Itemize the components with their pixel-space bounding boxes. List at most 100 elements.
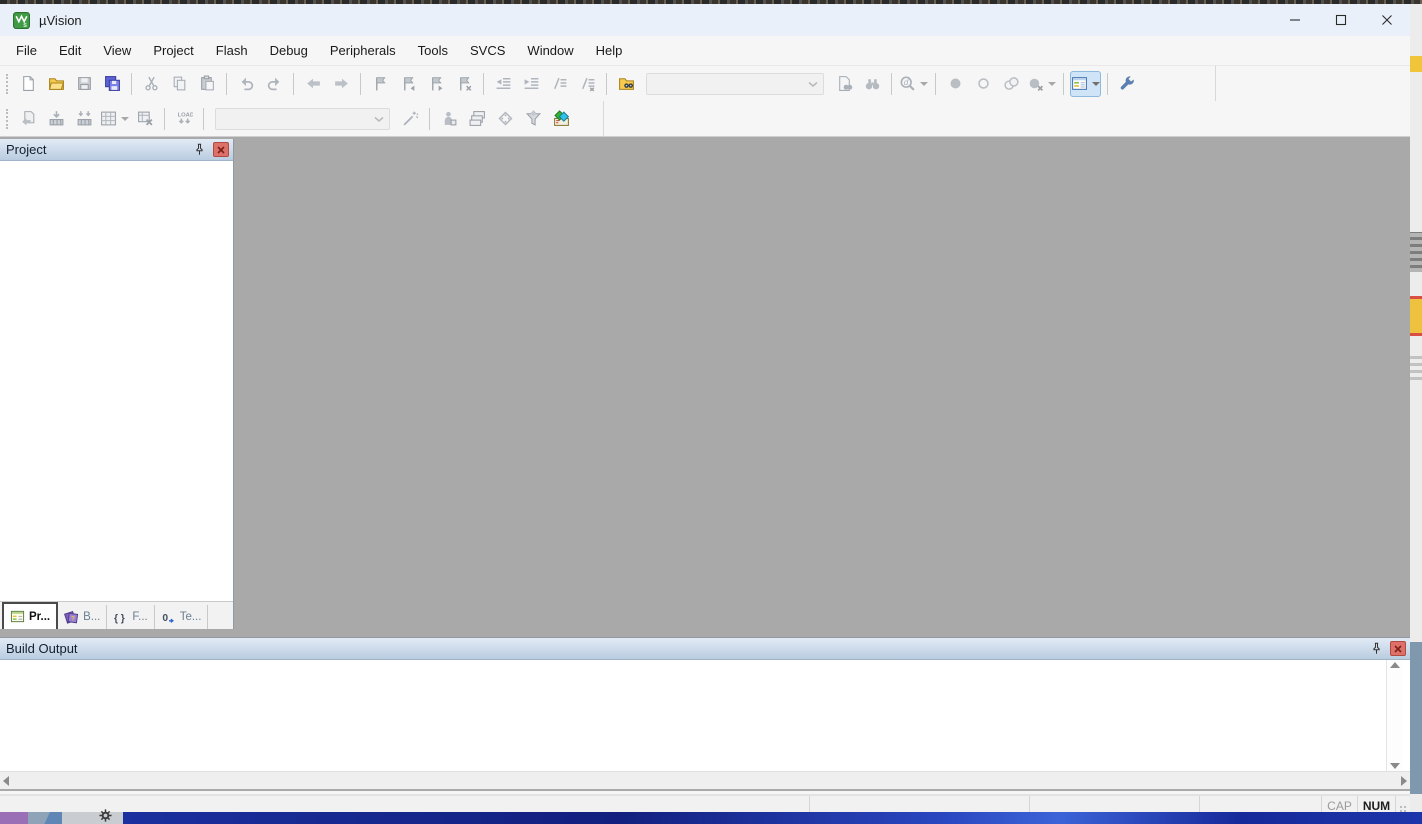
window-layout-button[interactable] — [1070, 71, 1101, 97]
scroll-left-icon[interactable] — [3, 776, 9, 786]
navigate-back-button[interactable] — [300, 71, 326, 97]
build-button[interactable] — [43, 106, 69, 132]
menu-tools[interactable]: Tools — [407, 36, 459, 65]
enable-disable-breakpoint-button[interactable] — [970, 71, 996, 97]
save-all-icon — [104, 75, 121, 92]
menu-window[interactable]: Window — [516, 36, 584, 65]
translate-button[interactable] — [15, 106, 41, 132]
tab-books[interactable]: B... — [58, 605, 107, 629]
menu-svcs[interactable]: SVCS — [459, 36, 516, 65]
toggle-bookmark-button[interactable] — [367, 71, 393, 97]
find-in-files-button[interactable] — [613, 71, 639, 97]
menu-flash[interactable]: Flash — [205, 36, 259, 65]
dropdown-caret-icon[interactable] — [1048, 82, 1056, 86]
disable-all-breakpoints-button[interactable] — [998, 71, 1024, 97]
copy-button[interactable] — [166, 71, 192, 97]
build-output-horizontal-scrollbar[interactable] — [0, 771, 1410, 789]
new-file-button[interactable] — [15, 71, 41, 97]
comment-button[interactable] — [546, 71, 572, 97]
insert-breakpoint-button[interactable] — [942, 71, 968, 97]
build-output-title: Build Output — [6, 641, 1367, 656]
select-software-packs-button[interactable] — [520, 106, 546, 132]
cut-icon — [143, 75, 160, 92]
clear-bookmarks-button[interactable] — [451, 71, 477, 97]
options-for-target-button[interactable] — [397, 106, 423, 132]
bp-filled-icon — [947, 75, 964, 92]
rebuild-button[interactable] — [71, 106, 97, 132]
taskbar-app-sliver[interactable] — [28, 812, 62, 824]
next-bookmark-button[interactable] — [423, 71, 449, 97]
start-stop-debug-button[interactable] — [898, 71, 929, 97]
previous-bookmark-button[interactable] — [395, 71, 421, 97]
scroll-right-icon[interactable] — [1401, 776, 1407, 786]
menubar: FileEditViewProjectFlashDebugPeripherals… — [0, 36, 1410, 66]
menu-view[interactable]: View — [92, 36, 142, 65]
project-panel-header: Project — [0, 139, 233, 161]
taskbar-sliver — [0, 812, 1422, 824]
toolbar-separator — [606, 73, 607, 95]
flag-next-icon — [428, 75, 445, 92]
outdent-button[interactable] — [490, 71, 516, 97]
minimize-button[interactable] — [1272, 4, 1318, 36]
find-in-files-dialog-button[interactable] — [831, 71, 857, 97]
bp-hollow-icon — [975, 75, 992, 92]
uvision-window: µVision FileEditViewProjectFlashDebugPer… — [0, 4, 1410, 812]
debug-magnifier-icon — [899, 75, 916, 92]
tab-project[interactable]: Pr... — [2, 602, 58, 629]
menu-debug[interactable]: Debug — [259, 36, 319, 65]
scroll-down-icon[interactable] — [1390, 763, 1400, 769]
kill-all-breakpoints-button[interactable] — [1026, 71, 1057, 97]
dropdown-caret-icon[interactable] — [920, 82, 928, 86]
indent-button[interactable] — [518, 71, 544, 97]
maximize-button[interactable] — [1318, 4, 1364, 36]
save-button[interactable] — [71, 71, 97, 97]
navigate-forward-button[interactable] — [328, 71, 354, 97]
project-tree[interactable] — [0, 161, 233, 601]
download-button[interactable] — [171, 106, 197, 132]
find-button[interactable] — [859, 71, 885, 97]
close-window-button[interactable] — [1364, 4, 1410, 36]
bp-double-icon — [1003, 75, 1020, 92]
zero-arrow-icon — [161, 610, 176, 625]
open-file-button[interactable] — [43, 71, 69, 97]
search-combo[interactable] — [646, 73, 824, 95]
menu-project[interactable]: Project — [142, 36, 204, 65]
configuration-button[interactable] — [1114, 71, 1140, 97]
taskbar-app-sliver[interactable] — [0, 812, 28, 824]
manage-project-items-button[interactable] — [464, 106, 490, 132]
target-select-combo[interactable] — [215, 108, 390, 130]
undo-button[interactable] — [233, 71, 259, 97]
tab-label: B... — [83, 611, 100, 623]
cut-button[interactable] — [138, 71, 164, 97]
build-output-pin-button[interactable] — [1367, 640, 1385, 658]
project-panel-close-button[interactable] — [213, 142, 229, 157]
menu-file[interactable]: File — [5, 36, 48, 65]
manage-run-time-environment-button[interactable] — [548, 106, 574, 132]
file-extensions-button[interactable] — [436, 106, 462, 132]
toolbar-separator — [935, 73, 936, 95]
menu-help[interactable]: Help — [585, 36, 634, 65]
dropdown-caret-icon[interactable] — [1092, 82, 1100, 86]
chevron-down-icon — [805, 76, 821, 92]
build-output-vertical-scrollbar[interactable] — [1386, 660, 1403, 771]
save-icon — [76, 75, 93, 92]
taskbar-app-sliver[interactable] — [62, 812, 123, 824]
project-panel-pin-button[interactable] — [190, 141, 208, 159]
dropdown-caret-icon[interactable] — [121, 117, 129, 121]
multi-project-workspace-button[interactable] — [492, 106, 518, 132]
menu-edit[interactable]: Edit — [48, 36, 92, 65]
rte-icon — [553, 110, 570, 127]
redo-icon — [266, 75, 283, 92]
save-all-button[interactable] — [99, 71, 125, 97]
menu-peripherals[interactable]: Peripherals — [319, 36, 407, 65]
toolbar-separator — [293, 73, 294, 95]
tab-functions[interactable]: F... — [107, 605, 154, 629]
build-output-close-button[interactable] — [1390, 641, 1406, 656]
batch-build-button[interactable] — [99, 106, 130, 132]
redo-button[interactable] — [261, 71, 287, 97]
stop-build-button[interactable] — [132, 106, 158, 132]
scroll-up-icon[interactable] — [1390, 662, 1400, 668]
uncomment-button[interactable] — [574, 71, 600, 97]
tab-templates[interactable]: Te... — [155, 605, 209, 629]
paste-button[interactable] — [194, 71, 220, 97]
